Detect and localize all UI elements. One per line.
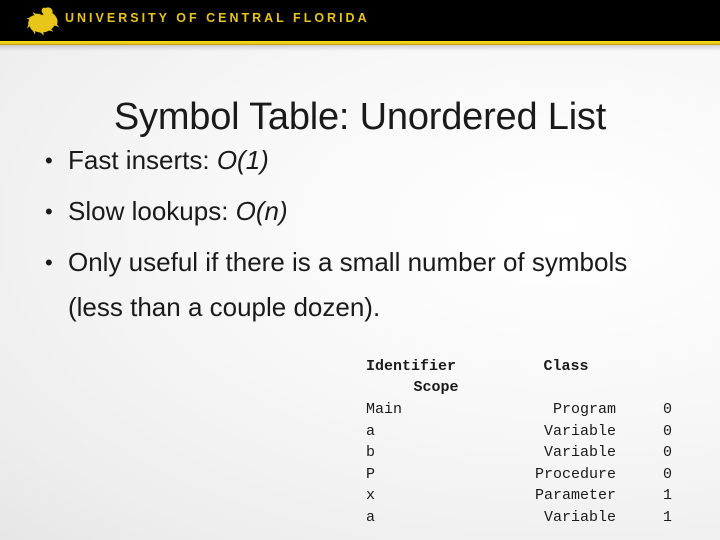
page-title: Symbol Table: Unordered List (113, 96, 607, 139)
list-item-label: Slow lookups: (68, 196, 236, 226)
symbol-table-body: Main Program 0 a Variable 0 b Variable 0 P Proc… (366, 399, 676, 528)
table-row: a Variable 0 (366, 421, 676, 443)
cell-identifier: x (366, 487, 376, 504)
cell-class: Program (552, 401, 616, 418)
list-item: • Fast inserts: O(1) (40, 138, 640, 183)
bullet-list: • Fast inserts: O(1) • Slow lookups: O(n… (40, 138, 640, 336)
cell-scope: 0 (662, 401, 672, 418)
bullet-icon: • (45, 250, 53, 275)
bullet-icon: • (45, 148, 53, 173)
list-item: • Only useful if there is a small number… (40, 240, 640, 330)
cell-class: Procedure (534, 465, 616, 483)
list-item-label: Fast inserts: (68, 145, 217, 175)
symbol-table-header-line-1: Identifier Class (366, 356, 676, 377)
list-item: • Slow lookups: O(n) (40, 189, 640, 234)
list-item-emphasis: O(1) (216, 145, 269, 175)
header-gold-rule (0, 41, 720, 45)
symbol-table: Identifier Class Scope Main Program 0 a Vari… (366, 356, 676, 528)
table-row: b Variable 0 (366, 442, 676, 464)
symbol-table-header: Identifier Class Scope (366, 356, 676, 398)
table-row: x Parameter 1 (366, 485, 676, 507)
list-item-emphasis: O(n) (235, 196, 288, 226)
cell-class: Variable (543, 444, 616, 461)
cell-identifier: P (366, 465, 376, 483)
cell-scope: 1 (662, 508, 672, 526)
cell-identifier: a (366, 508, 376, 526)
cell-identifier: b (366, 444, 376, 461)
cell-class: Parameter (534, 487, 616, 504)
cell-class: Variable (543, 508, 616, 526)
cell-scope: 0 (662, 422, 672, 440)
list-item-label: Only useful if there is a small number o… (68, 247, 628, 322)
table-row: P Procedure 0 (366, 464, 676, 486)
cell-identifier: a (366, 422, 376, 440)
table-row: a Variable 1 (366, 507, 676, 529)
cell-scope: 0 (662, 465, 672, 483)
header-drop-shadow (0, 45, 720, 51)
cell-class: Variable (543, 422, 616, 440)
institution-name: UNIVERSITY OF CENTRAL FLORIDA (65, 11, 370, 25)
cell-identifier: Main (366, 401, 403, 418)
symbol-table-header-line-2: Scope (366, 377, 676, 398)
column-header-scope: Scope (413, 379, 459, 396)
bullet-icon: • (45, 199, 53, 224)
cell-scope: 1 (662, 487, 672, 504)
column-header-class: Class (543, 358, 589, 375)
table-row: Main Program 0 (366, 399, 676, 421)
pegasus-logo-icon (25, 4, 60, 37)
cell-scope: 0 (662, 444, 672, 461)
column-header-identifier: Identifier (366, 358, 457, 375)
slide-canvas: UNIVERSITY OF CENTRAL FLORIDA Symbol Tab… (0, 0, 720, 540)
